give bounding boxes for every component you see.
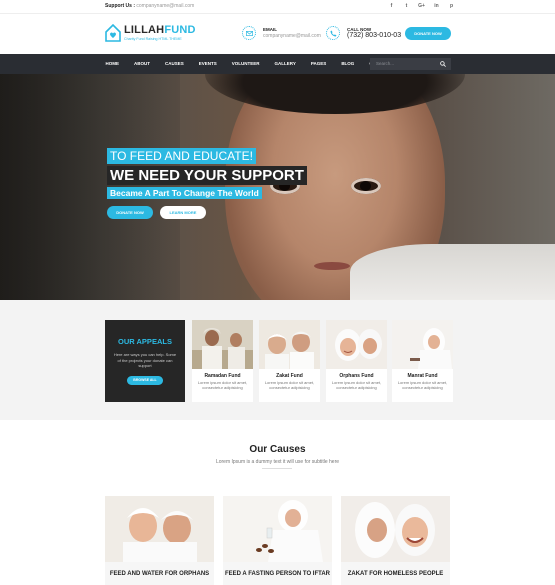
fund-card[interactable]: Manrat Fund Lorem ipsum dolor sit amet, …	[392, 320, 453, 402]
causes-title: Our Causes	[249, 444, 306, 455]
fund-description: Lorem ipsum dolor sit amet, consectetur …	[331, 380, 382, 390]
fund-image	[192, 320, 253, 369]
fund-card[interactable]: Ramadan Fund Lorem ipsum dolor sit amet,…	[192, 320, 253, 402]
fund-title: Zakat Fund	[276, 373, 303, 379]
email-icon	[242, 26, 256, 40]
logo-text-part2: FUND	[164, 24, 196, 36]
support-text: Support Us : companyname@mail.com	[105, 3, 194, 9]
search-placeholder: Search...	[376, 61, 395, 66]
cause-title: ZAKAT FOR HOMELESS PEOPLE	[347, 571, 444, 577]
hero-heading: WE NEED YOUR SUPPORT	[107, 166, 307, 185]
fund-title: Manrat Fund	[407, 373, 438, 379]
cause-title: FEED AND WATER FOR ORPHANS	[109, 571, 210, 577]
logo-tagline: Charity Fund Raising HTML THEME	[124, 37, 182, 41]
appeals-description: Here are ways you can help. Some of the …	[113, 352, 177, 368]
hero-subheading: Became A Part To Change The World	[107, 187, 262, 199]
social-links: f t G+ in p	[384, 2, 459, 11]
linkedin-icon[interactable]: in	[429, 2, 444, 11]
nav-item-gallery[interactable]: GALLERY	[267, 54, 303, 74]
search-input[interactable]: Search...	[370, 58, 451, 70]
facebook-icon[interactable]: f	[384, 2, 399, 11]
fund-description: Lorem ipsum dolor sit amet, consectetur …	[264, 380, 315, 390]
donate-now-button[interactable]: DONATE NOW	[405, 27, 451, 40]
support-email[interactable]: companyname@mail.com	[136, 3, 194, 9]
house-heart-icon	[105, 24, 121, 42]
fund-description: Lorem ipsum dolor sit amet, consectetur …	[197, 380, 248, 390]
fund-card[interactable]: Orphans Fund Lorem ipsum dolor sit amet,…	[326, 320, 387, 402]
twitter-icon[interactable]: t	[399, 2, 414, 11]
header: LILLAHFUND Charity Fund Raising HTML THE…	[0, 14, 555, 54]
support-label: Support Us :	[105, 3, 135, 9]
nav-item-home[interactable]: HOME	[98, 54, 127, 74]
hero-child-shirt	[350, 244, 555, 300]
fund-image	[259, 320, 320, 369]
pinterest-icon[interactable]: p	[444, 2, 459, 11]
fund-title: Orphans Fund	[339, 373, 374, 379]
nav-item-volunteer[interactable]: VOLUNTEER	[224, 54, 267, 74]
browse-all-button[interactable]: BROWSE ALL	[127, 376, 163, 385]
search-icon[interactable]	[440, 61, 446, 67]
logo-text-part1: LILLAH	[124, 24, 165, 36]
nav-items: HOME ABOUT CAUSES EVENTS VOLUNTEER GALLE…	[98, 54, 398, 74]
hero-child-right-eye	[351, 178, 381, 194]
nav-item-causes[interactable]: CAUSES	[158, 54, 192, 74]
hero-child-mouth	[314, 262, 350, 270]
appeals-section: OUR APPEALS Here are ways you can help. …	[0, 300, 555, 420]
nav-item-blog[interactable]: BLOG	[334, 54, 362, 74]
cause-title: FEED A FASTING PERSON TO IFTAR	[224, 571, 330, 577]
nav-item-pages[interactable]: PAGES	[303, 54, 333, 74]
hero-line-1: TO FEED AND EDUCATE!	[107, 148, 256, 164]
logo[interactable]: LILLAHFUND Charity Fund Raising HTML THE…	[105, 24, 195, 44]
fund-image	[392, 320, 453, 369]
email-value[interactable]: companyname@mail.com	[263, 33, 321, 39]
phone-icon	[326, 26, 340, 40]
nav-item-events[interactable]: EVENTS	[191, 54, 224, 74]
causes-divider	[262, 468, 292, 469]
fund-description: Lorem ipsum dolor sit amet, consectetur …	[397, 380, 448, 390]
email-label: EMAIL	[263, 27, 277, 32]
cause-card[interactable]: FEED A FASTING PERSON TO IFTAR	[223, 496, 332, 585]
hero-donate-button[interactable]: DONATE NOW	[107, 206, 153, 219]
cause-card[interactable]: FEED AND WATER FOR ORPHANS	[105, 496, 214, 585]
cause-image	[223, 496, 332, 562]
top-bar: Support Us : companyname@mail.com f t G+…	[0, 0, 555, 14]
hero-banner: TO FEED AND EDUCATE! WE NEED YOUR SUPPOR…	[0, 74, 555, 300]
cause-image	[105, 496, 214, 562]
google-plus-icon[interactable]: G+	[414, 2, 429, 11]
logo-text: LILLAHFUND	[124, 24, 196, 36]
fund-title: Ramadan Fund	[204, 373, 241, 379]
causes-subtitle: Lorem Ipsum is a dummy text it will use …	[215, 459, 340, 465]
appeals-intro-box: OUR APPEALS Here are ways you can help. …	[105, 320, 185, 402]
cause-card[interactable]: ZAKAT FOR HOMELESS PEOPLE	[341, 496, 450, 585]
call-value[interactable]: (732) 803-010-03	[347, 32, 401, 39]
cause-image	[341, 496, 450, 562]
appeals-title: OUR APPEALS	[118, 337, 172, 346]
fund-card[interactable]: Zakat Fund Lorem ipsum dolor sit amet, c…	[259, 320, 320, 402]
fund-image	[326, 320, 387, 369]
main-nav: HOME ABOUT CAUSES EVENTS VOLUNTEER GALLE…	[0, 54, 555, 74]
nav-item-about[interactable]: ABOUT	[127, 54, 158, 74]
hero-learn-more-button[interactable]: LEARN MORE	[160, 206, 206, 219]
